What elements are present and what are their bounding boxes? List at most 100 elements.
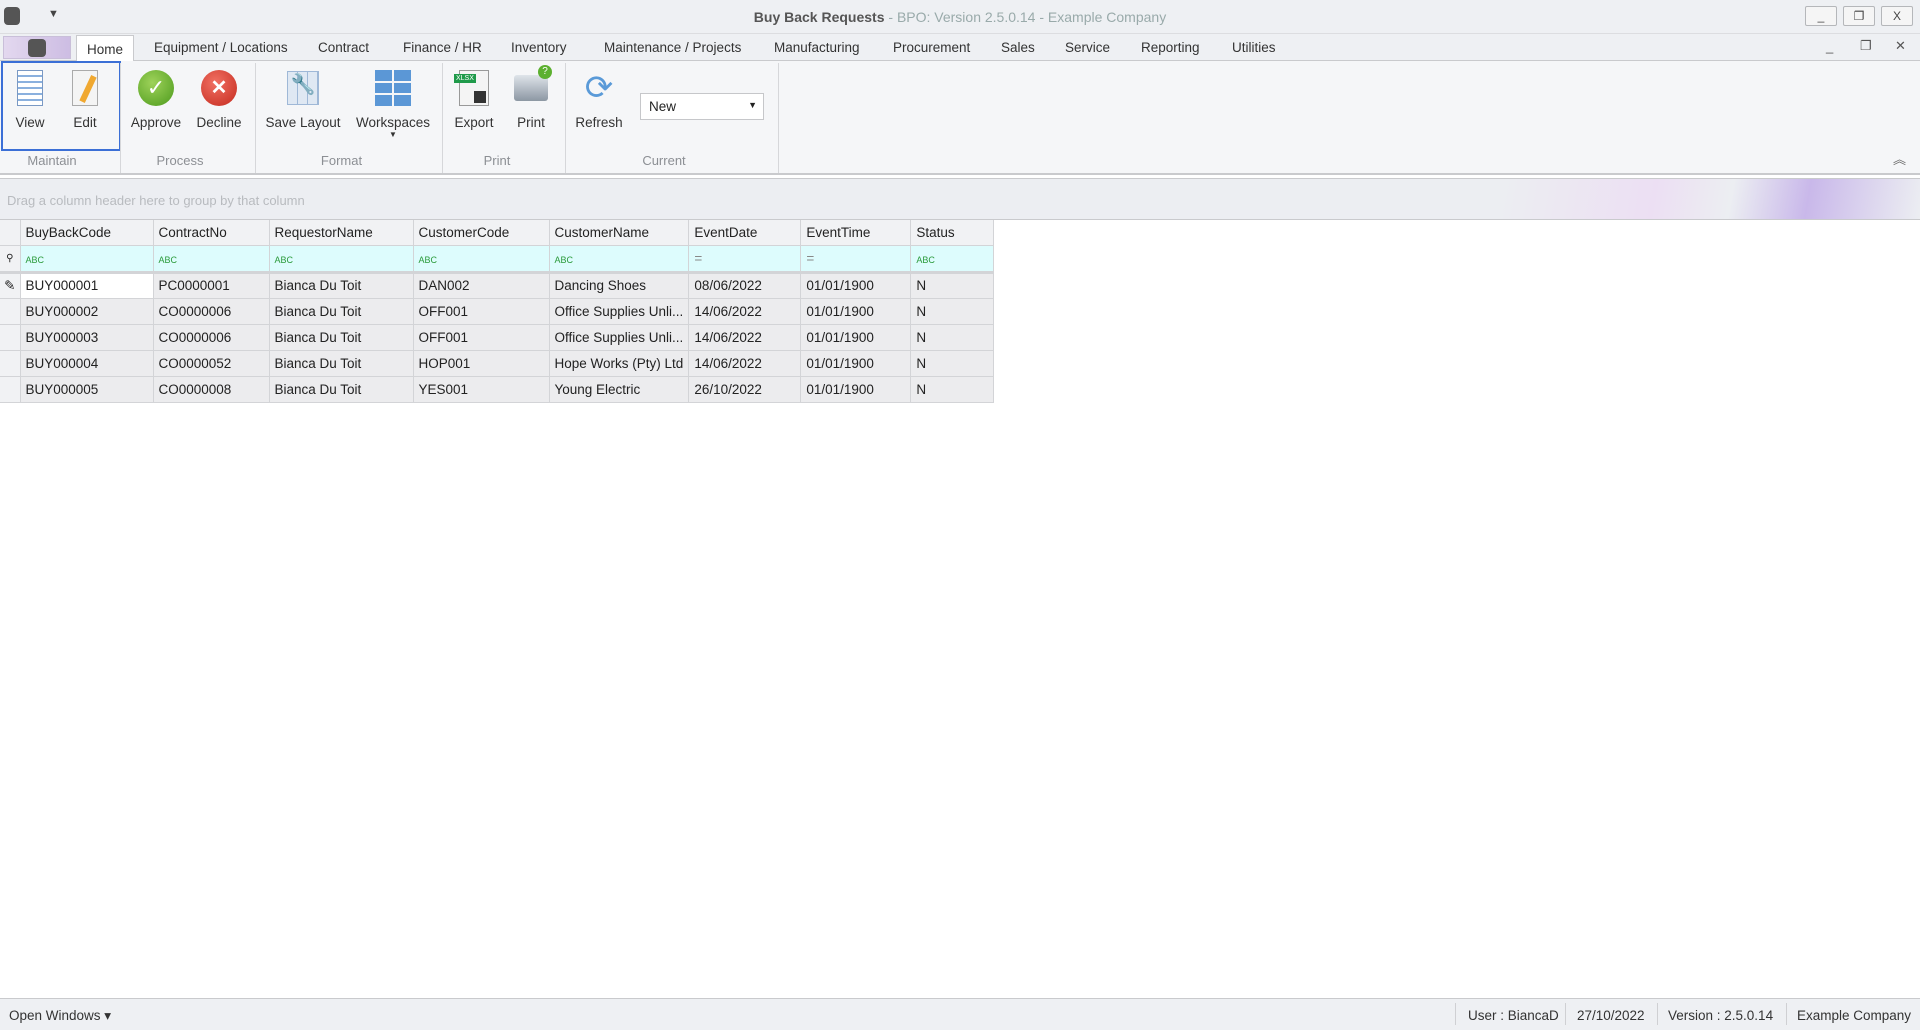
view-label: View xyxy=(15,115,45,130)
filter-cell[interactable]: ABC xyxy=(910,245,995,274)
filter-cell[interactable]: ABC xyxy=(549,245,690,274)
column-header-contractno[interactable]: ContractNo xyxy=(153,220,270,246)
current-status-select[interactable]: New ▼ xyxy=(640,93,764,120)
cell-status[interactable]: N xyxy=(910,350,995,377)
tab-home[interactable]: Home xyxy=(76,35,135,62)
cell-customername[interactable]: Young Electric xyxy=(549,376,690,403)
cell-customercode[interactable]: DAN002 xyxy=(413,272,550,299)
cell-requestorname[interactable]: Bianca Du Toit xyxy=(269,350,414,377)
cell-requestorname[interactable]: Bianca Du Toit xyxy=(269,376,414,403)
cell-buybackcode[interactable]: BUY000001 xyxy=(20,272,154,299)
tab-inventory[interactable]: Inventory xyxy=(511,40,567,55)
column-header-status[interactable]: Status xyxy=(910,220,995,246)
tab-finance-hr[interactable]: Finance / HR xyxy=(403,40,482,55)
save-layout-button[interactable]: 🔧 Save Layout xyxy=(264,67,342,130)
table-row[interactable]: BUY000004 CO0000052 Bianca Du Toit HOP001 Ho… xyxy=(0,350,995,377)
cell-buybackcode[interactable]: BUY000005 xyxy=(20,376,154,403)
table-row[interactable]: BUY000005 CO0000008 Bianca Du Toit YES001 Yo… xyxy=(0,376,995,403)
cell-eventtime[interactable]: 01/01/1900 xyxy=(800,376,912,403)
cell-eventtime[interactable]: 01/01/1900 xyxy=(800,350,912,377)
cell-customername[interactable]: Office Supplies Unli... xyxy=(549,298,690,325)
cell-contractno[interactable]: CO0000006 xyxy=(153,324,270,351)
table-row[interactable]: BUY000002 CO0000006 Bianca Du Toit OFF001 Of… xyxy=(0,298,995,325)
column-header-eventdate[interactable]: EventDate xyxy=(688,220,802,246)
cell-requestorname[interactable]: Bianca Du Toit xyxy=(269,324,414,351)
tab-equipment-locations[interactable]: Equipment / Locations xyxy=(154,40,288,55)
cell-eventtime[interactable]: 01/01/1900 xyxy=(800,324,912,351)
minimize-button[interactable]: _ xyxy=(1805,6,1837,26)
filter-cell[interactable]: = xyxy=(688,245,802,274)
tab-contract[interactable]: Contract xyxy=(318,40,369,55)
filter-cell[interactable]: ABC xyxy=(153,245,270,274)
cell-eventtime[interactable]: 01/01/1900 xyxy=(800,272,912,299)
column-header-eventtime[interactable]: EventTime xyxy=(800,220,912,246)
filter-cell[interactable]: ABC xyxy=(269,245,414,274)
cell-contractno[interactable]: PC0000001 xyxy=(153,272,270,299)
cell-status[interactable]: N xyxy=(910,324,995,351)
cell-eventdate[interactable]: 26/10/2022 xyxy=(688,376,802,403)
group-by-panel[interactable]: Drag a column header here to group by th… xyxy=(0,178,1920,220)
cell-contractno[interactable]: CO0000052 xyxy=(153,350,270,377)
decline-button[interactable]: ✕ Decline xyxy=(196,67,242,130)
cell-eventtime[interactable]: 01/01/1900 xyxy=(800,298,912,325)
column-header-requestorname[interactable]: RequestorName xyxy=(269,220,414,246)
cell-eventdate[interactable]: 08/06/2022 xyxy=(688,272,802,299)
edit-button[interactable]: Edit xyxy=(65,67,105,130)
column-header-buybackcode[interactable]: BuyBackCode xyxy=(20,220,154,246)
cell-eventdate[interactable]: 14/06/2022 xyxy=(688,350,802,377)
cell-customername[interactable]: Dancing Shoes xyxy=(549,272,690,299)
tab-manufacturing[interactable]: Manufacturing xyxy=(774,40,860,55)
tab-utilities[interactable]: Utilities xyxy=(1232,40,1276,55)
cell-customercode[interactable]: YES001 xyxy=(413,376,550,403)
cell-requestorname[interactable]: Bianca Du Toit xyxy=(269,272,414,299)
cell-buybackcode[interactable]: BUY000004 xyxy=(20,350,154,377)
cell-customercode[interactable]: OFF001 xyxy=(413,298,550,325)
cell-customercode[interactable]: OFF001 xyxy=(413,324,550,351)
column-header-customername[interactable]: CustomerName xyxy=(549,220,690,246)
cell-buybackcode[interactable]: BUY000003 xyxy=(20,324,154,351)
cell-customercode[interactable]: HOP001 xyxy=(413,350,550,377)
tab-reporting[interactable]: Reporting xyxy=(1141,40,1200,55)
column-header-customercode[interactable]: CustomerCode xyxy=(413,220,550,246)
mdi-close-button[interactable]: ✕ xyxy=(1895,38,1906,54)
restore-button[interactable]: ❐ xyxy=(1843,6,1875,26)
cell-contractno[interactable]: CO0000006 xyxy=(153,298,270,325)
approve-button[interactable]: ✓ Approve xyxy=(128,67,184,130)
filter-cell[interactable]: ABC xyxy=(413,245,550,274)
table-row[interactable]: ✎ BUY000001 PC0000001 Bianca Du Toit DAN002 D… xyxy=(0,272,995,299)
application-menu-button[interactable] xyxy=(3,36,71,59)
cell-customername[interactable]: Hope Works (Pty) Ltd xyxy=(549,350,690,377)
cell-eventdate[interactable]: 14/06/2022 xyxy=(688,324,802,351)
mdi-restore-button[interactable]: ❐ xyxy=(1860,38,1872,54)
collapse-ribbon-icon[interactable]: ︽ xyxy=(1893,149,1906,168)
cell-status[interactable]: N xyxy=(910,298,995,325)
workspaces-button[interactable]: Workspaces ▼ xyxy=(355,67,431,139)
tab-maintenance-projects[interactable]: Maintenance / Projects xyxy=(604,40,741,55)
print-button[interactable]: ? Print xyxy=(510,65,552,130)
export-button[interactable]: XLSX Export xyxy=(450,67,498,130)
cell-customername[interactable]: Office Supplies Unli... xyxy=(549,324,690,351)
view-button[interactable]: View xyxy=(10,67,50,130)
cell-eventdate[interactable]: 14/06/2022 xyxy=(688,298,802,325)
cell-contractno[interactable]: CO0000008 xyxy=(153,376,270,403)
cell-status[interactable]: N xyxy=(910,376,995,403)
equals-filter-icon: = xyxy=(806,250,815,266)
tab-sales[interactable]: Sales xyxy=(1001,40,1035,55)
save-layout-label: Save Layout xyxy=(265,115,341,130)
cell-buybackcode[interactable]: BUY000002 xyxy=(20,298,154,325)
close-button[interactable]: X xyxy=(1881,6,1913,26)
open-windows-button[interactable]: Open Windows ▾ xyxy=(9,1008,111,1024)
tab-procurement[interactable]: Procurement xyxy=(893,40,970,55)
print-label: Print xyxy=(517,115,545,130)
tab-service[interactable]: Service xyxy=(1065,40,1110,55)
refresh-button[interactable]: ⟳ Refresh xyxy=(573,67,625,130)
filter-cell[interactable]: = xyxy=(800,245,912,274)
group-by-hint: Drag a column header here to group by th… xyxy=(7,193,305,208)
title-bar: ▼ Buy Back Requests - BPO: Version 2.5.0… xyxy=(0,0,1920,34)
cell-requestorname[interactable]: Bianca Du Toit xyxy=(269,298,414,325)
filter-cell[interactable]: ABC xyxy=(20,245,154,274)
auto-filter-row: ⚲ ABC ABC ABC ABC ABC = = ABC xyxy=(0,245,995,274)
table-row[interactable]: BUY000003 CO0000006 Bianca Du Toit OFF001 Of… xyxy=(0,324,995,351)
cell-status[interactable]: N xyxy=(910,272,995,299)
mdi-minimize-button[interactable]: _ xyxy=(1826,39,1833,54)
